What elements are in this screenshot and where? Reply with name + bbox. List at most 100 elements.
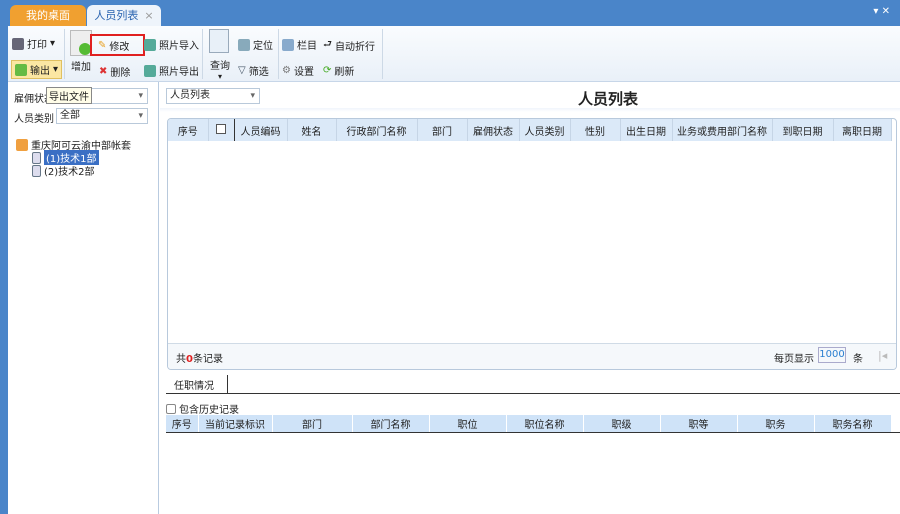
magnifier-icon [209,29,229,53]
photo-export-icon [144,64,156,77]
tab-label: 人员列表 [94,9,139,22]
edit-label: 修改 [109,41,130,53]
table-header: 序号 当前记录标识 部门 部门名称 职位 职位名称 职级 职等 职务 职务名称 [166,415,892,432]
locate-button[interactable]: 定位 [238,37,273,52]
columns-button[interactable]: 栏目 [282,37,317,52]
checkbox-icon [166,403,176,414]
employment-table: 序号 当前记录标识 部门 部门名称 职位 职位名称 职级 职等 职务 职务名称 [166,415,900,433]
column-header[interactable]: 部门名称 [352,415,430,432]
toolbar: 打印 ▾ 输出 ▾ 增加 ✎ 修改 ✖ 删除 照片导入 照片导出 查询 ▾ 定位 ▽ 筛… [8,26,900,82]
printer-icon [12,37,24,50]
add-button[interactable]: 增加 [71,58,91,73]
person-table: 序号 人员编码 姓名 行政部门名称 部门 雇佣状态 人员类别 性别 出生日期 业务或费用部门名称到… [167,118,897,370]
export-tooltip: 导出文件 [46,87,92,104]
photo-import-button[interactable]: 照片导入 [144,37,199,52]
column-header[interactable]: 人员类别 [519,119,571,141]
refresh-label: 刷新 [334,67,355,78]
column-header[interactable]: 序号 [166,415,199,432]
column-header[interactable]: 职级 [583,415,661,432]
page-size-label: 每页显示 [774,354,814,365]
query-button[interactable]: 查询 ▾ [210,57,230,81]
tree-item[interactable]: (2)技术2部 [32,163,95,178]
photo-import-icon [144,38,156,51]
columns-label: 栏目 [297,41,317,52]
column-header[interactable]: 序号 [168,119,209,141]
column-header[interactable] [208,119,235,141]
column-header[interactable]: 离职日期 [833,119,892,141]
document-icon [32,151,41,164]
history-checkbox[interactable]: 包含历史记录 [166,401,239,416]
tab-employment[interactable]: 任职情况 [166,375,228,393]
settings-button[interactable]: ⚙ 设置 [282,63,314,78]
print-label: 打印 [27,40,47,51]
column-header[interactable]: 雇佣状态 [467,119,520,141]
delete-icon: ✖ [99,66,108,77]
column-header[interactable]: 姓名 [287,119,337,141]
auto-wrap-button[interactable]: ⮐ 自动折行 [323,37,375,54]
column-header[interactable]: 职位名称 [506,415,584,432]
locate-icon [238,38,250,51]
column-header[interactable]: 出生日期 [620,119,673,141]
column-header[interactable]: 职务 [737,415,815,432]
column-header[interactable]: 部门 [417,119,468,141]
select-all-checkbox[interactable] [216,123,226,134]
table-header: 序号 人员编码 姓名 行政部门名称 部门 雇佣状态 人员类别 性别 出生日期 业务或费用部门名称到… [168,119,892,141]
filter-button[interactable]: ▽ 筛选 [238,63,269,78]
count-suffix: 条记录 [192,354,223,365]
column-header[interactable]: 当前记录标识 [198,415,273,432]
record-count: 共0条记录 [176,350,223,365]
gear-icon: ⚙ [282,65,291,76]
query-label: 查询 [210,61,230,72]
photo-import-label: 照片导入 [159,41,199,52]
column-header[interactable]: 职位 [429,415,507,432]
wrap-icon: ⮐ [323,39,332,50]
pencil-icon: ✎ [98,39,107,51]
count-prefix: 共 [176,354,186,365]
delete-label: 删除 [110,68,131,79]
left-panel: 雇佣状态 导出文件 人员类别 全部 重庆阿可云渝中部帐套 (1)技术1部 (2)… [8,82,159,514]
divider [166,393,900,394]
filter-icon: ▽ [238,65,246,76]
divider [64,29,65,79]
delete-button[interactable]: ✖ 删除 [99,64,130,79]
refresh-button[interactable]: ⟳ 刷新 [323,63,354,78]
divider [278,29,279,79]
column-header[interactable]: 行政部门名称 [336,119,418,141]
photo-export-button[interactable]: 照片导出 [144,63,199,78]
close-icon[interactable]: × [144,9,153,22]
photo-export-label: 照片导出 [159,67,199,78]
column-header[interactable]: 性别 [570,119,621,141]
page-title: 人员列表 [577,90,638,108]
person-type-select[interactable]: 全部 [56,108,148,124]
settings-label: 设置 [293,67,314,78]
divider [382,29,383,79]
column-header[interactable]: 人员编码 [234,119,288,141]
window-controls[interactable]: ▾ ✕ [873,6,890,17]
side-strip [0,26,8,514]
auto-wrap-label: 自动折行 [335,42,375,53]
column-header[interactable]: 职务名称 [814,415,892,432]
table-footer: 共0条记录 每页显示 1000 条 |◂ [168,343,896,369]
divider [202,29,203,79]
history-label: 包含历史记录 [179,405,239,416]
edit-button[interactable]: ✎ 修改 [90,34,145,56]
document-icon [32,164,41,177]
export-icon [15,63,27,76]
first-page-icon[interactable]: |◂ [878,349,887,362]
export-button[interactable]: 输出 ▾ [11,60,63,79]
page-size-input[interactable]: 1000 [818,347,846,363]
column-header[interactable]: 部门 [272,415,353,432]
tab-my-desktop[interactable]: 我的桌面 [10,5,86,26]
tree-item-label: (2)技术2部 [44,167,95,178]
folder-icon [16,138,28,151]
tab-person-list[interactable]: 人员列表 × [87,5,161,26]
export-label: 输出 [30,66,50,77]
column-header[interactable]: 业务或费用部门名称 [672,119,773,141]
locate-label: 定位 [253,41,273,52]
print-button[interactable]: 打印 ▾ [12,36,55,51]
column-header[interactable]: 到职日期 [772,119,834,141]
view-select[interactable]: 人员列表 [166,88,260,104]
column-header[interactable]: 职等 [660,415,738,432]
filter-label: 筛选 [248,67,269,78]
add-icon [70,30,92,56]
